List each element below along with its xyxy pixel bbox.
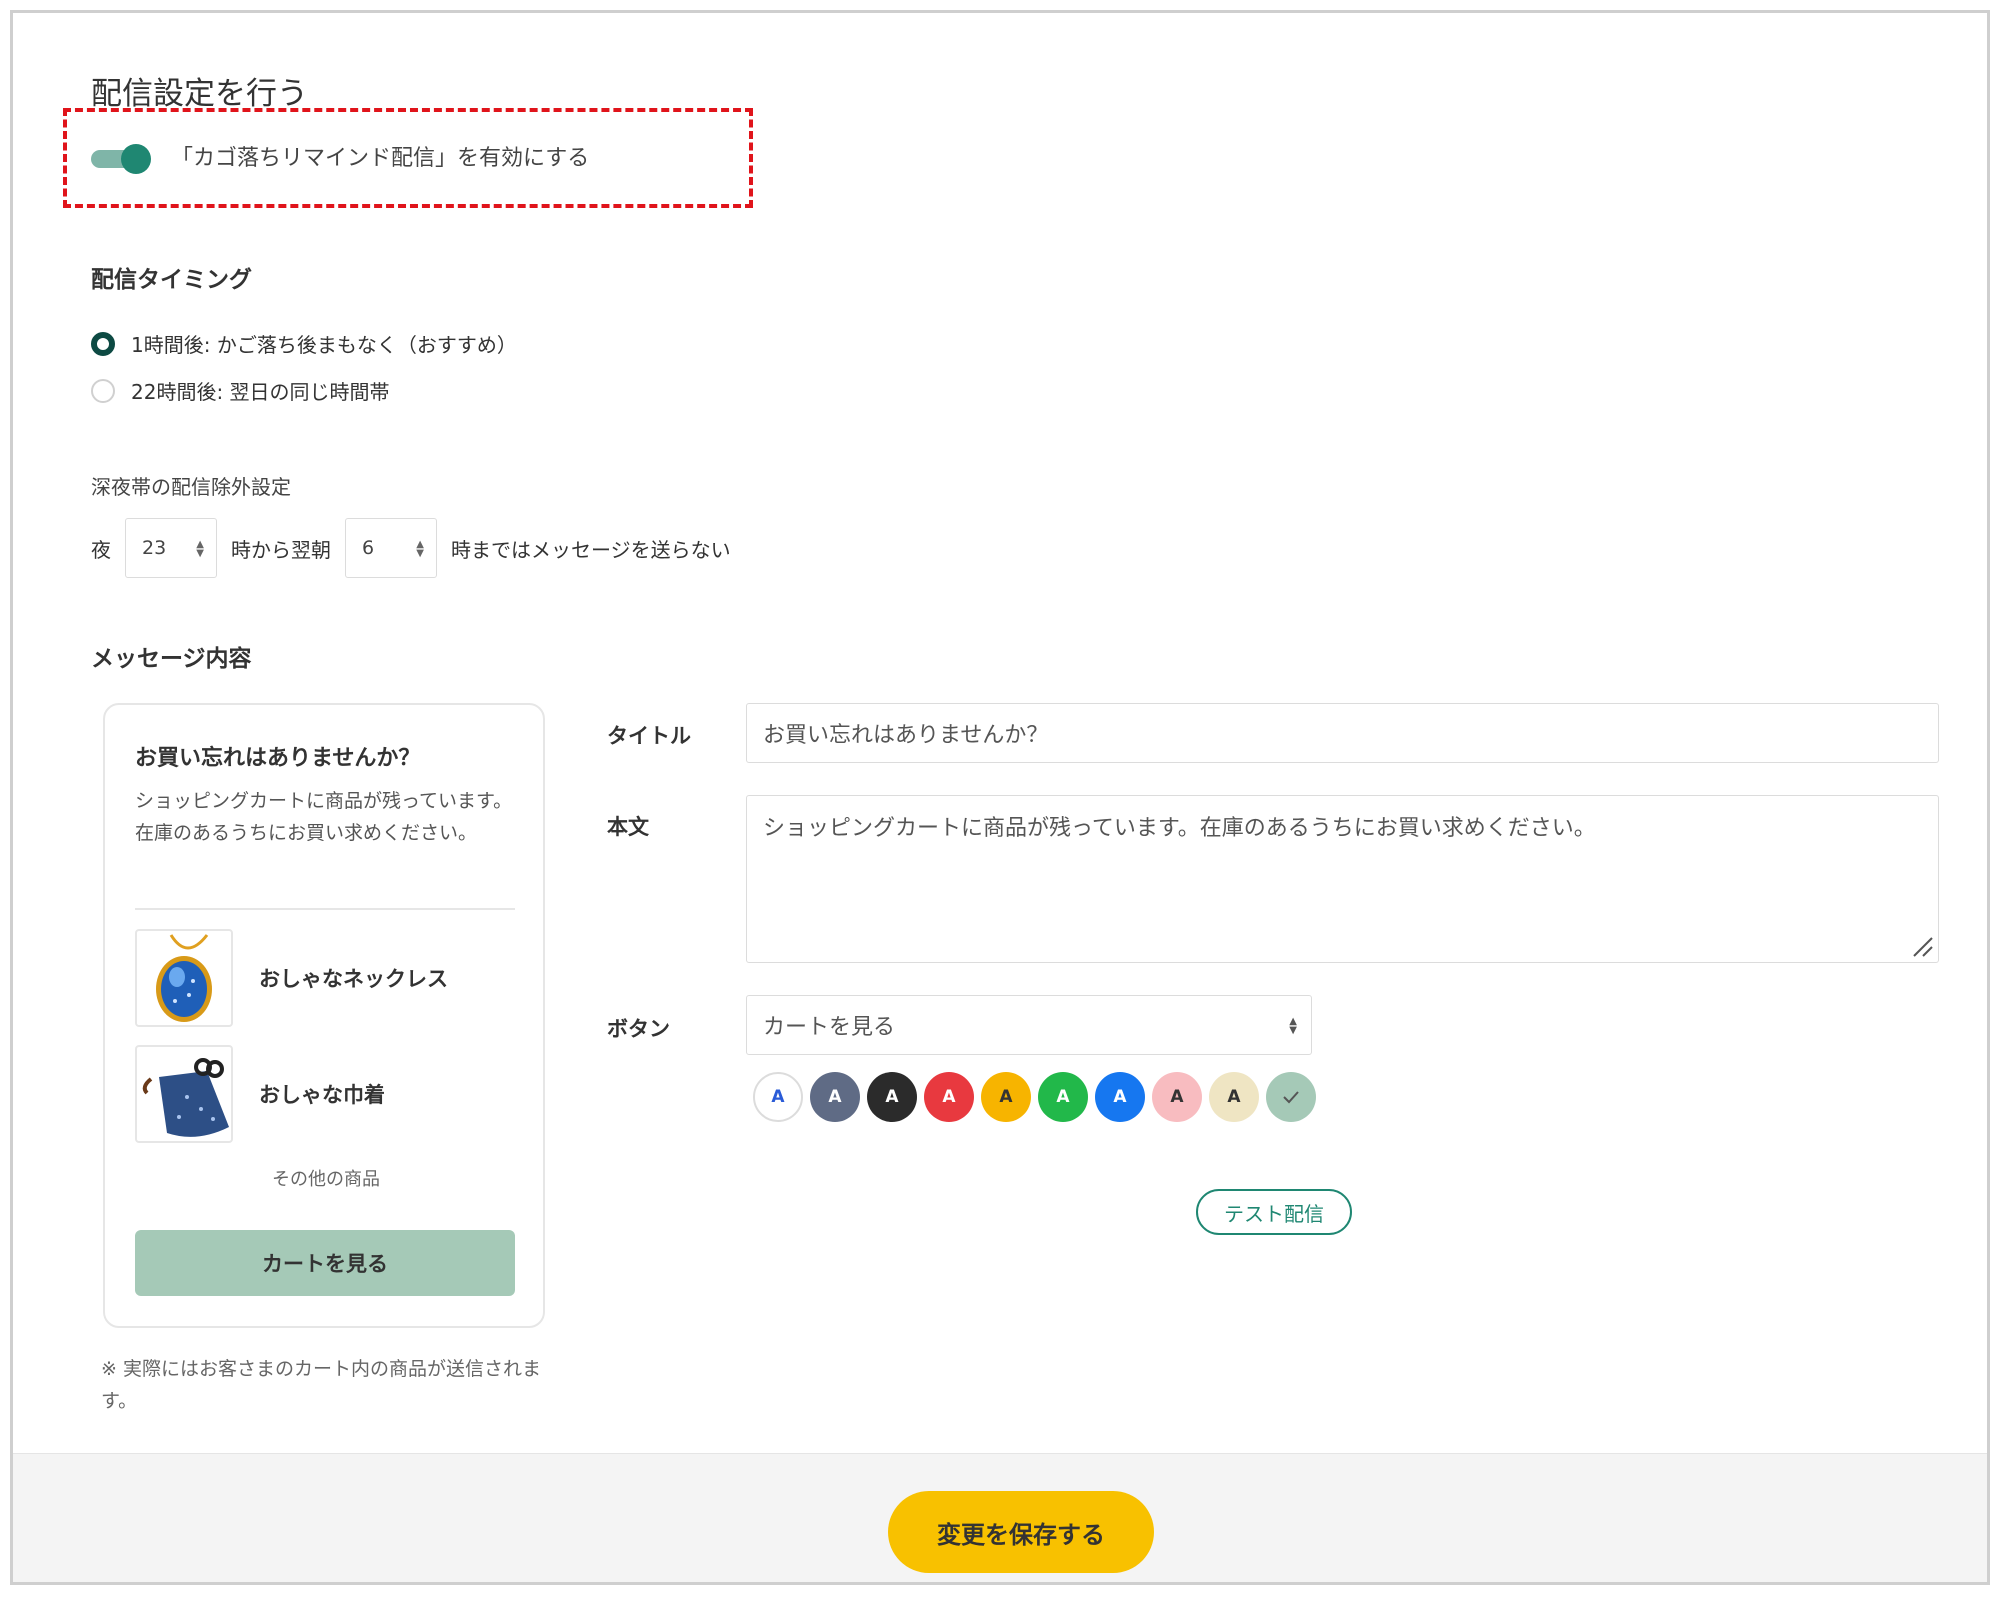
quiet-hours-label: 深夜帯の配信除外設定 [91,475,291,499]
title-input-value: お買い忘れはありませんか？ [763,723,1049,748]
swatch-letter: A [1170,1087,1184,1107]
necklace-image [135,929,233,1027]
button-label-select[interactable]: カートを見る ▲ ▼ [746,995,1312,1055]
quiet-from-value: 23 [142,537,167,559]
resize-handle-icon[interactable] [1912,936,1934,958]
message-preview-card: お買い忘れはありませんか？ ショッピングカートに商品が残っています。在庫のあるう… [103,703,545,1328]
quiet-to-select[interactable]: 6 ▲ ▼ [345,518,437,578]
quiet-suffix: 時まではメッセージを送らない [451,537,731,562]
body-textarea-value: ショッピングカートに商品が残っています。在庫のあるうちにお買い求めください。 [763,816,1596,841]
swatch-letter: A [999,1087,1013,1107]
color-swatch[interactable]: A [1038,1072,1088,1122]
quiet-from-select[interactable]: 23 ▲ ▼ [125,518,217,578]
preview-product-item: おしゃな巾着 [135,1045,385,1143]
swatch-letter: A [771,1087,785,1107]
body-field-label: 本文 [607,815,649,839]
swatch-letter: A [942,1087,956,1107]
preview-product-item: おしゃなネックレス [135,929,448,1027]
timing-option-22h[interactable]: 22時間後: 翌日の同じ時間帯 [91,376,390,405]
settings-panel: 配信設定を行う 「カゴ落ちリマインド配信」を有効にする 配信タイミング 1時間後… [10,10,1990,1585]
quiet-hours-row: 夜 23 ▲ ▼ 時から翌朝 6 ▲ ▼ 時まではメッセージを送らない [91,518,731,578]
color-swatch[interactable]: A [867,1072,917,1122]
save-changes-button[interactable]: 変更を保存する [888,1491,1154,1573]
button-select-value: カートを見る [763,1015,896,1040]
color-swatch[interactable]: A [753,1072,803,1122]
checkmark-icon [1283,1091,1299,1104]
button-field-label: ボタン [607,1017,670,1041]
preview-title: お買い忘れはありませんか？ [135,746,421,771]
title-input[interactable]: お買い忘れはありませんか？ [746,703,1939,763]
timing-option-label: 1時間後: かご落ち後まもなく（おすすめ） [131,333,517,357]
page-title: 配信設定を行う [91,76,308,112]
body-textarea[interactable]: ショッピングカートに商品が残っています。在庫のあるうちにお買い求めください。 [746,795,1939,963]
color-swatch[interactable]: A [810,1072,860,1122]
select-arrows-icon: ▲ ▼ [416,539,424,559]
color-swatch[interactable]: A [924,1072,974,1122]
pouch-image [135,1045,233,1143]
timing-option-label: 22時間後: 翌日の同じ時間帯 [131,380,390,404]
divider [135,908,515,910]
message-heading: メッセージ内容 [91,646,252,672]
color-swatch[interactable]: A [981,1072,1031,1122]
swatch-letter: A [828,1087,842,1107]
quiet-prefix: 夜 [91,537,111,562]
preview-more-products: その他の商品 [272,1169,380,1190]
enable-remind-toggle[interactable] [91,144,151,174]
preview-cart-button: カートを見る [135,1230,515,1296]
radio-button[interactable] [91,378,115,403]
timing-option-1h[interactable]: 1時間後: かご落ち後まもなく（おすすめ） [91,329,517,358]
enable-remind-label: 「カゴ落ちリマインド配信」を有効にする [171,146,590,171]
preview-body: ショッピングカートに商品が残っています。在庫のあるうちにお買い求めください。 [135,790,513,844]
timing-heading: 配信タイミング [91,267,252,293]
select-arrows-icon: ▲ ▼ [1289,1016,1297,1036]
quiet-to-value: 6 [362,537,375,559]
swatch-letter: A [1227,1087,1241,1107]
select-arrows-icon: ▲ ▼ [196,539,204,559]
title-field-label: タイトル [607,724,691,748]
radio-button-checked[interactable] [91,331,115,356]
color-swatch[interactable]: A [1209,1072,1259,1122]
swatch-letter: A [1113,1087,1127,1107]
button-color-swatches: AAAAAAAAA [753,1072,1323,1122]
toggle-knob [121,144,151,174]
color-swatch-selected[interactable] [1266,1072,1316,1122]
quiet-middle: 時から翌朝 [231,537,331,562]
swatch-letter: A [885,1087,899,1107]
color-swatch[interactable]: A [1095,1072,1145,1122]
swatch-letter: A [1056,1087,1070,1107]
color-swatch[interactable]: A [1152,1072,1202,1122]
test-send-button[interactable]: テスト配信 [1196,1189,1352,1235]
preview-product-name: おしゃな巾着 [259,1083,385,1107]
preview-note: ※ 実際にはお客さまのカート内の商品が送信されます。 [101,1358,541,1412]
preview-product-name: おしゃなネックレス [259,967,448,991]
